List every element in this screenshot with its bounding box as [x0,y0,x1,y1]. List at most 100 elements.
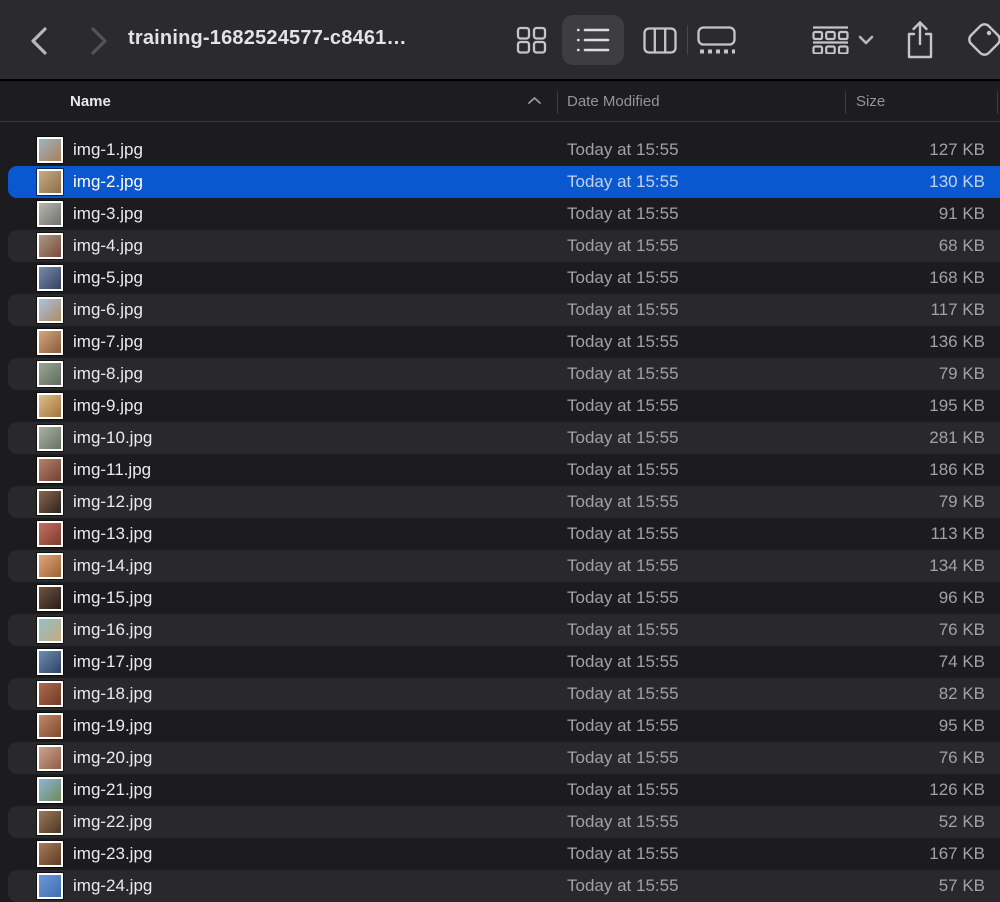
file-row[interactable]: img-19.jpg Today at 15:55 95 KB [0,710,1000,742]
file-row[interactable]: img-4.jpg Today at 15:55 68 KB [0,230,1000,262]
share-button[interactable] [905,16,941,64]
file-row[interactable]: img-11.jpg Today at 15:55 186 KB [0,454,1000,486]
file-row[interactable]: img-21.jpg Today at 15:55 126 KB [0,774,1000,806]
file-size: 57 KB [938,876,985,895]
file-size: 167 KB [929,844,985,863]
view-mode-icon-view[interactable] [501,15,561,65]
file-thumbnail-icon [37,713,63,739]
file-row[interactable]: img-15.jpg Today at 15:55 96 KB [0,582,1000,614]
file-row[interactable]: img-14.jpg Today at 15:55 134 KB [0,550,1000,582]
file-date-modified: Today at 15:55 [567,652,679,671]
group-by-button[interactable] [812,18,882,62]
file-row[interactable]: img-17.jpg Today at 15:55 74 KB [0,646,1000,678]
sort-ascending-icon [527,96,542,105]
file-thumbnail-icon [37,841,63,867]
file-row[interactable]: img-8.jpg Today at 15:55 79 KB [0,358,1000,390]
file-date-modified: Today at 15:55 [567,492,679,511]
tags-button[interactable] [962,17,1000,63]
view-mode-list-view[interactable] [562,15,624,65]
file-date-modified: Today at 15:55 [567,524,679,543]
file-name: img-21.jpg [73,780,153,799]
file-name: img-18.jpg [73,684,153,703]
gallery-view-icon [696,26,736,54]
file-name: img-6.jpg [73,300,143,319]
file-row[interactable]: img-23.jpg Today at 15:55 167 KB [0,838,1000,870]
file-date-modified: Today at 15:55 [567,812,679,831]
file-thumbnail-icon [37,457,63,483]
file-name: img-24.jpg [73,876,153,895]
file-name: img-15.jpg [73,588,153,607]
column-header-size[interactable]: Size [856,93,885,110]
column-divider[interactable] [557,91,558,114]
column-header-date-modified[interactable]: Date Modified [567,93,660,110]
file-date-modified: Today at 15:55 [567,396,679,415]
file-row[interactable]: img-10.jpg Today at 15:55 281 KB [0,422,1000,454]
file-date-modified: Today at 15:55 [567,300,679,319]
group-by-icon [812,26,849,54]
file-row[interactable]: img-1.jpg Today at 15:55 127 KB [0,134,1000,166]
view-mode-column-view[interactable] [630,15,690,65]
file-row[interactable]: img-3.jpg Today at 15:55 91 KB [0,198,1000,230]
list-view-icon [576,27,610,53]
file-row[interactable]: img-16.jpg Today at 15:55 76 KB [0,614,1000,646]
file-row[interactable]: img-2.jpg Today at 15:55 130 KB [0,166,1000,198]
file-name: img-23.jpg [73,844,153,863]
forward-button[interactable] [80,22,114,60]
finder-toolbar: training-1682524577-c8461… [0,0,1000,81]
file-size: 134 KB [929,556,985,575]
file-size: 79 KB [938,364,985,383]
view-mode-gallery-view[interactable] [686,15,746,65]
window-title: training-1682524577-c8461… [128,27,407,49]
file-date-modified: Today at 15:55 [567,364,679,383]
file-name: img-8.jpg [73,364,143,383]
file-thumbnail-icon [37,649,63,675]
file-row[interactable]: img-5.jpg Today at 15:55 168 KB [0,262,1000,294]
column-divider[interactable] [997,91,998,114]
file-thumbnail-icon [37,425,63,451]
file-size: 127 KB [929,140,985,159]
file-size: 126 KB [929,780,985,799]
file-row[interactable]: img-7.jpg Today at 15:55 136 KB [0,326,1000,358]
file-thumbnail-icon [37,745,63,771]
file-size: 186 KB [929,460,985,479]
file-size: 281 KB [929,428,985,447]
file-size: 74 KB [938,652,985,671]
file-thumbnail-icon [37,809,63,835]
file-row[interactable]: img-20.jpg Today at 15:55 76 KB [0,742,1000,774]
column-view-icon [643,26,677,54]
file-thumbnail-icon [37,265,63,291]
grid-view-icon [516,26,547,54]
file-row[interactable]: img-12.jpg Today at 15:55 79 KB [0,486,1000,518]
file-row[interactable]: img-24.jpg Today at 15:55 57 KB [0,870,1000,902]
file-date-modified: Today at 15:55 [567,716,679,735]
column-divider[interactable] [845,91,846,114]
file-name: img-7.jpg [73,332,143,351]
tag-icon [962,17,1000,63]
file-date-modified: Today at 15:55 [567,588,679,607]
file-name: img-10.jpg [73,428,153,447]
file-name: img-3.jpg [73,204,143,223]
file-row[interactable]: img-6.jpg Today at 15:55 117 KB [0,294,1000,326]
back-button[interactable] [24,22,58,60]
file-date-modified: Today at 15:55 [567,204,679,223]
share-icon [905,20,941,60]
file-row[interactable]: img-22.jpg Today at 15:55 52 KB [0,806,1000,838]
file-name: img-19.jpg [73,716,153,735]
file-name: img-20.jpg [73,748,153,767]
file-name: img-16.jpg [73,620,153,639]
file-size: 91 KB [938,204,985,223]
column-header-name[interactable]: Name [70,93,111,110]
file-thumbnail-icon [37,681,63,707]
file-row[interactable]: img-13.jpg Today at 15:55 113 KB [0,518,1000,550]
list-column-headers: Name Date Modified Size [0,83,1000,122]
file-thumbnail-icon [37,297,63,323]
file-row[interactable]: img-18.jpg Today at 15:55 82 KB [0,678,1000,710]
file-thumbnail-icon [37,137,63,163]
file-date-modified: Today at 15:55 [567,428,679,447]
file-size: 68 KB [938,236,985,255]
file-thumbnail-icon [37,489,63,515]
file-size: 76 KB [938,748,985,767]
file-date-modified: Today at 15:55 [567,844,679,863]
file-row[interactable]: img-9.jpg Today at 15:55 195 KB [0,390,1000,422]
file-size: 136 KB [929,332,985,351]
